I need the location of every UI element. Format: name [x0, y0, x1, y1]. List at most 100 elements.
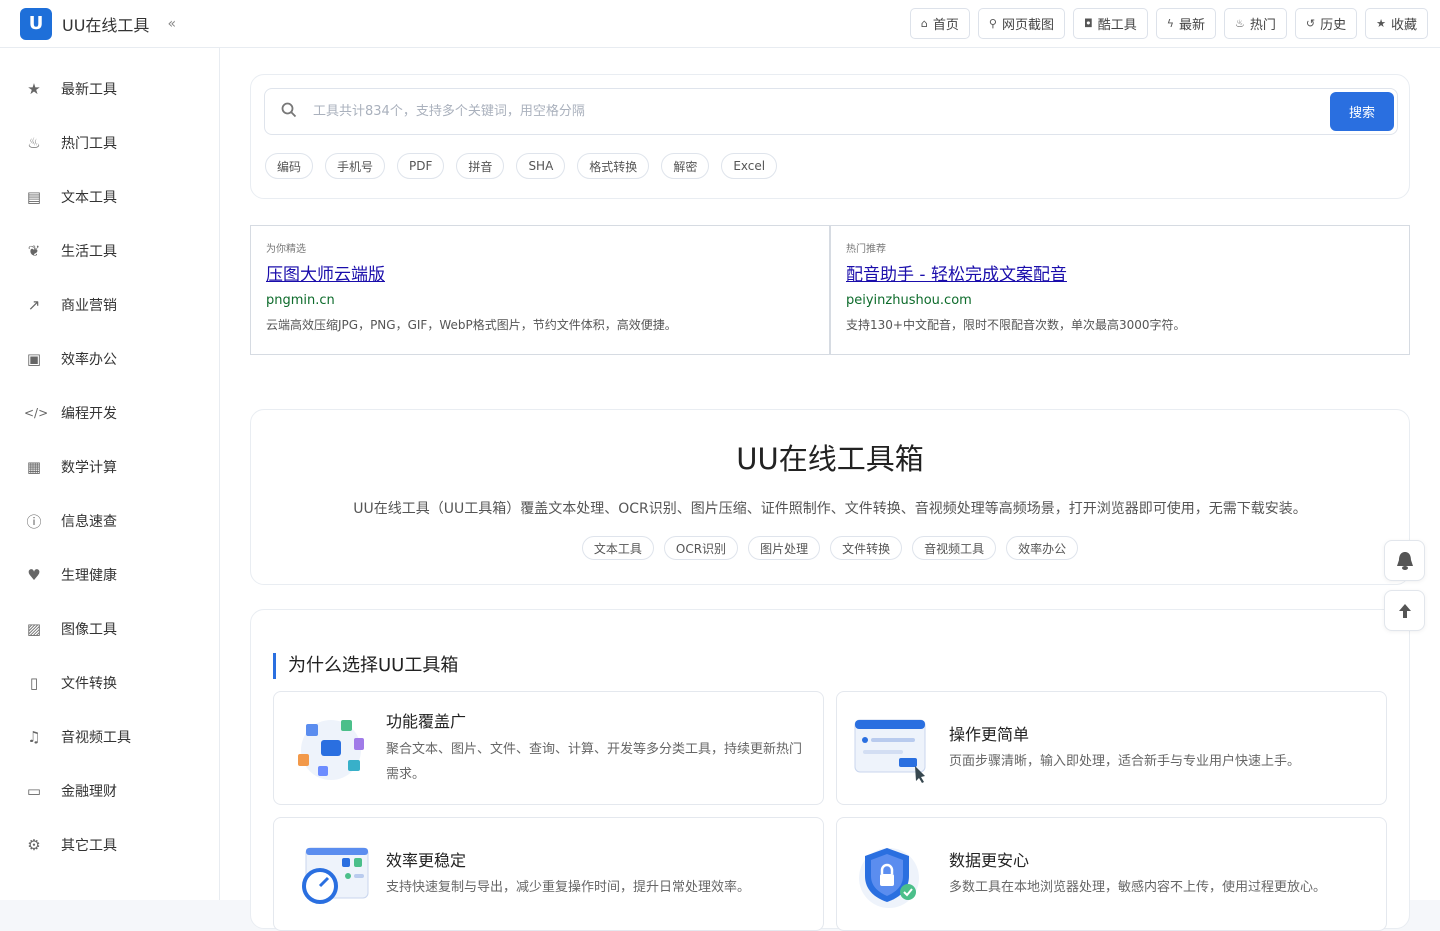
ad-card[interactable]: 为你精选 压图大师云端版 pngmin.cn 云端高效压缩JPG，PNG，GIF… [250, 225, 830, 355]
feature-card: 功能覆盖广 聚合文本、图片、文件、查询、计算、开发等多分类工具，持续更新热门需求… [273, 691, 824, 805]
ad-description: 云端高效压缩JPG，PNG，GIF，WebP格式图片，节约文件体积，高效便捷。 [266, 318, 677, 332]
sidebar-item-image[interactable]: ▨ 图像工具 [0, 602, 219, 656]
hero-tag[interactable]: 文本工具 [581, 536, 654, 560]
sidebar-item-label: 信息速查 [61, 514, 117, 530]
nav-latest-button[interactable]: ϟ 最新 [1155, 8, 1216, 39]
nav-screenshot-button[interactable]: ⚲ 网页截图 [977, 8, 1065, 39]
history-icon: ↺ [1305, 17, 1316, 30]
main-content: 搜索 编码 手机号 PDF 拼音 SHA 格式转换 解密 Excel 为你精选 … [220, 48, 1440, 931]
top-bar: U UU在线工具 « ⌂ 首页 ⚲ 网页截图 ◘ 酷工具 ϟ 最新 ♨ 热门 ↺ 历史 ★ 收… [0, 0, 1440, 48]
ad-card[interactable]: 热门推荐 配音助手 - 轻松完成文案配音 peiyinzhushou.com 支… [830, 225, 1410, 355]
nav-home-button[interactable]: ⌂ 首页 [909, 8, 970, 39]
sidebar-item-label: 金融理财 [61, 784, 117, 800]
feature-title: 操作更简单 [949, 725, 1030, 744]
sidebar-item-marketing[interactable]: ↗ 商业营销 [0, 278, 219, 332]
fire-icon: ♨ [1234, 17, 1245, 30]
nav-history-button[interactable]: ↺ 历史 [1294, 8, 1358, 39]
ad-description: 支持130+中文配音，限时不限配音次数，单次最高3000字符。 [846, 318, 1186, 332]
feature-title: 功能覆盖广 [386, 712, 467, 731]
ad-url[interactable]: pngmin.cn [266, 293, 814, 308]
sidebar: ★ 最新工具 ♨ 热门工具 ▤ 文本工具 ❦ 生活工具 ↗ 商业营销 ▣ 效率办公 </> 编… [0, 48, 220, 900]
search-tag[interactable]: 格式转换 [577, 153, 650, 179]
sidebar-item-label: 生活工具 [61, 244, 117, 260]
ad-label: 热门推荐 [846, 244, 886, 255]
feature-card: 操作更简单 页面步骤清晰，输入即处理，适合新手与专业用户快速上手。 [836, 691, 1387, 805]
hero-tags: 文本工具 OCR识别 图片处理 文件转换 音视频工具 效率办公 [251, 536, 1409, 560]
sidebar-item-health[interactable]: ♥ 生理健康 [0, 548, 219, 602]
sidebar-item-label: 效率办公 [61, 352, 117, 368]
nav-favorites-button[interactable]: ★ 收藏 [1365, 8, 1428, 39]
file-convert-icon: ▯ [29, 674, 39, 692]
hero-tag[interactable]: 效率办公 [1006, 536, 1079, 560]
search-button[interactable]: 搜索 [1330, 92, 1394, 131]
why-card: 为什么选择UU工具箱 功能覆盖广 聚合文本、图片、文件、查询、计算、开发等多分类… [250, 609, 1410, 931]
sidebar-item-latest[interactable]: ★ 最新工具 [0, 62, 219, 116]
feature-illustration-icon [849, 836, 939, 916]
search-tag[interactable]: Excel [721, 153, 778, 179]
search-tag[interactable]: 解密 [661, 153, 710, 179]
file-text-icon: ▤ [26, 188, 42, 206]
sidebar-item-label: 图像工具 [61, 622, 117, 638]
briefcase-icon: ▣ [26, 350, 42, 368]
nav-label: 网页截图 [1001, 18, 1054, 33]
hero-tag[interactable]: OCR识别 [663, 536, 739, 560]
back-to-top-button[interactable] [1384, 590, 1425, 631]
sidebar-item-media[interactable]: ♫ 音视频工具 [0, 710, 219, 764]
nav-label: 收藏 [1390, 18, 1417, 33]
sidebar-item-office[interactable]: ▣ 效率办公 [0, 332, 219, 386]
hero-tag[interactable]: 音视频工具 [912, 536, 997, 560]
star-icon: ★ [27, 80, 41, 98]
sidebar-item-convert[interactable]: ▯ 文件转换 [0, 656, 219, 710]
feature-illustration-icon [286, 836, 376, 916]
nav-cool-tools-button[interactable]: ◘ 酷工具 [1072, 8, 1148, 39]
search-tag[interactable]: 编码 [265, 153, 314, 179]
nav-label: 首页 [932, 18, 959, 33]
sidebar-item-hot[interactable]: ♨ 热门工具 [0, 116, 219, 170]
ad-title-link[interactable]: 压图大师云端版 [266, 260, 814, 285]
search-input[interactable] [313, 104, 1397, 119]
nav-label: 热门 [1249, 18, 1276, 33]
nav-hot-button[interactable]: ♨ 热门 [1223, 8, 1287, 39]
chart-line-icon: ↗ [27, 296, 41, 314]
feature-description: 页面步骤清晰，输入即处理，适合新手与专业用户快速上手。 [949, 754, 1301, 769]
feature-description: 多数工具在本地浏览器处理，敏感内容不上传，使用过程更放心。 [949, 880, 1327, 895]
section-title: 为什么选择UU工具箱 [273, 653, 458, 679]
hero-title: UU在线工具箱 [736, 442, 924, 476]
feature-card: 数据更安心 多数工具在本地浏览器处理，敏感内容不上传，使用过程更放心。 [836, 817, 1387, 931]
sidebar-item-label: 编程开发 [61, 406, 117, 422]
search-tag[interactable]: PDF [397, 153, 445, 179]
feature-card: 效率更稳定 支持快速复制与导出，减少重复操作时间，提升日常处理效率。 [273, 817, 824, 931]
sidebar-item-label: 数学计算 [61, 460, 117, 476]
hero-tag[interactable]: 文件转换 [830, 536, 903, 560]
money-icon: ▭ [26, 782, 42, 800]
search-tags: 编码 手机号 PDF 拼音 SHA 格式转换 解密 Excel [265, 153, 778, 179]
sidebar-item-life[interactable]: ❦ 生活工具 [0, 224, 219, 278]
sidebar-item-info[interactable]: ⓘ 信息速查 [0, 494, 219, 548]
collapse-sidebar-icon[interactable]: « [167, 16, 176, 32]
search-box: 搜索 [264, 88, 1398, 135]
leaf-icon: ❦ [27, 242, 41, 260]
search-tag[interactable]: 手机号 [325, 153, 386, 179]
code-icon: </> [24, 406, 49, 420]
search-icon [265, 102, 313, 122]
search-card: 搜索 编码 手机号 PDF 拼音 SHA 格式转换 解密 Excel [250, 74, 1410, 199]
ad-title-link[interactable]: 配音助手 - 轻松完成文案配音 [846, 260, 1394, 285]
sidebar-item-label: 文本工具 [61, 190, 117, 206]
search-tag[interactable]: 拼音 [456, 153, 505, 179]
ad-url[interactable]: peiyinzhushou.com [846, 293, 1394, 308]
sidebar-item-text[interactable]: ▤ 文本工具 [0, 170, 219, 224]
sidebar-item-dev[interactable]: </> 编程开发 [0, 386, 219, 440]
feature-illustration-icon [286, 710, 376, 790]
search-tag[interactable]: SHA [516, 153, 566, 179]
sidebar-item-math[interactable]: ▦ 数学计算 [0, 440, 219, 494]
brand[interactable]: U UU在线工具 « [0, 7, 220, 40]
star-icon: ★ [1376, 17, 1386, 30]
bell-icon [1396, 551, 1413, 570]
sidebar-item-finance[interactable]: ▭ 金融理财 [0, 764, 219, 818]
hero-tag[interactable]: 图片处理 [748, 536, 821, 560]
info-icon: ⓘ [26, 512, 42, 531]
qq-contact-button[interactable] [1384, 540, 1425, 581]
sidebar-item-other[interactable]: ⚙ 其它工具 [0, 818, 219, 872]
sidebar-item-label: 文件转换 [61, 676, 117, 692]
home-icon: ⌂ [920, 17, 928, 30]
